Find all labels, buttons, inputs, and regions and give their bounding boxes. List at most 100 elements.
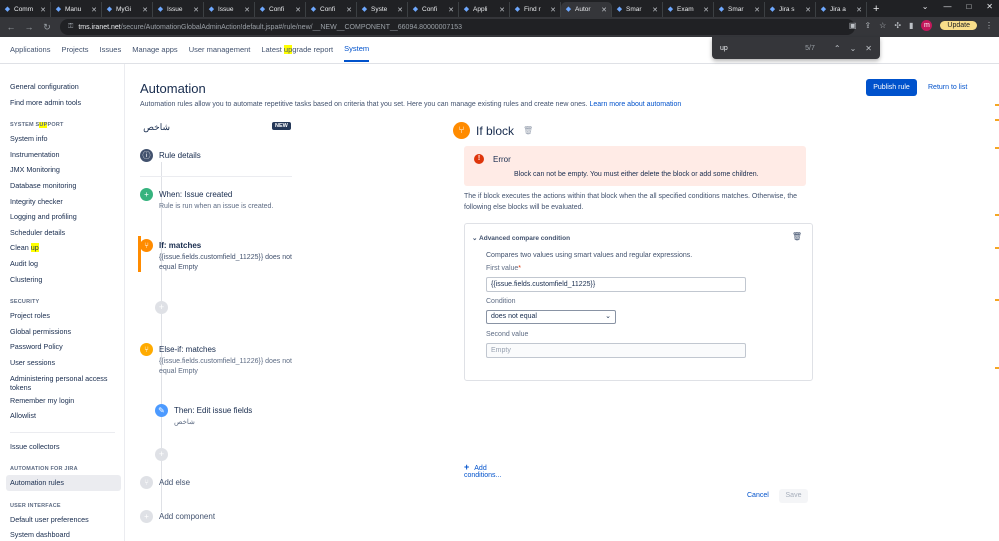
publish-rule-button[interactable]: Publish rule	[866, 79, 917, 96]
browser-tab[interactable]: ◆ Appli ✕	[459, 2, 510, 17]
browser-tab[interactable]: ◆ Syste ✕	[357, 2, 408, 17]
maximize-icon[interactable]: □	[966, 2, 971, 11]
browser-tab[interactable]: ◆ Manu ✕	[51, 2, 102, 17]
tab-close-icon[interactable]: ✕	[652, 6, 658, 14]
sidebar-item[interactable]: System info	[10, 131, 124, 147]
sidebar-item[interactable]: Scheduler details	[10, 225, 124, 241]
extensions-icon[interactable]: ✣	[894, 21, 901, 30]
sidebar-item-find-more-admin-tools[interactable]: Find more admin tools	[10, 95, 124, 111]
sidebar-item[interactable]: Logging and profiling	[10, 209, 124, 225]
tab-close-icon[interactable]: ✕	[40, 6, 46, 14]
sidebar-item[interactable]: Project roles	[10, 308, 124, 324]
sidebar-item[interactable]: Audit log	[10, 256, 124, 272]
browser-tab[interactable]: ◆ Issue ✕	[153, 2, 204, 17]
topnav-item[interactable]: System	[344, 38, 370, 62]
share-icon[interactable]: ⇪	[864, 21, 871, 30]
sidebar-item-automation-rules[interactable]: Automation rules	[6, 475, 121, 491]
menu-icon[interactable]: ⋮	[985, 21, 993, 30]
browser-tab[interactable]: ◆ Exam ✕	[663, 2, 714, 17]
sidebar-item[interactable]: Global permissions	[10, 324, 124, 340]
tab-close-icon[interactable]: ✕	[499, 6, 505, 14]
sidebar-item[interactable]: Clustering	[10, 272, 124, 288]
tab-close-icon[interactable]: ✕	[91, 6, 97, 14]
sidebar-item[interactable]: Database monitoring	[10, 178, 124, 194]
tab-close-icon[interactable]: ✕	[754, 6, 760, 14]
browser-tab[interactable]: ◆ Confi ✕	[255, 2, 306, 17]
tab-close-icon[interactable]: ✕	[193, 6, 199, 14]
condition-select[interactable]: does not equal ⌄	[486, 310, 616, 324]
browser-tab[interactable]: ◆ Confi ✕	[408, 2, 459, 17]
topnav-item[interactable]: Latest upgrade report	[261, 39, 333, 61]
sidepanel-icon[interactable]: ▮	[909, 21, 913, 30]
tab-close-icon[interactable]: ✕	[550, 6, 556, 14]
screenshot-icon[interactable]: ▣	[849, 21, 857, 30]
return-to-list-link[interactable]: Return to list	[928, 79, 967, 96]
browser-tab[interactable]: ◆ Confi ✕	[306, 2, 357, 17]
find-prev-icon[interactable]: ⌃	[834, 44, 841, 53]
topnav-item[interactable]: User management	[189, 39, 251, 61]
topnav-item[interactable]: Applications	[10, 39, 50, 61]
sidebar-item[interactable]: Remember my login	[10, 393, 124, 409]
topnav-item[interactable]: Projects	[61, 39, 88, 61]
add-inside-if-icon[interactable]: +	[155, 301, 168, 314]
condition-header[interactable]: ⌄ Advanced compare condition	[472, 234, 570, 242]
sidebar-item-issue-collectors[interactable]: Issue collectors	[10, 439, 124, 455]
sidebar-item-clean-up[interactable]: Clean up	[10, 240, 124, 256]
tab-close-icon[interactable]: ✕	[448, 6, 454, 14]
update-button[interactable]: Update	[940, 21, 977, 30]
browser-tab[interactable]: ◆ Jira a ✕	[816, 2, 867, 17]
bookmark-star-icon[interactable]: ☆	[879, 21, 886, 30]
browser-tab[interactable]: ◆ Issue ✕	[204, 2, 255, 17]
sidebar-item-personal-access-tokens[interactable]: Administering personal access tokens	[10, 371, 115, 393]
tab-close-icon[interactable]: ✕	[397, 6, 403, 14]
tab-close-icon[interactable]: ✕	[601, 6, 607, 14]
forward-icon[interactable]: →	[24, 22, 34, 32]
sidebar-item[interactable]: Password Policy	[10, 339, 124, 355]
address-bar[interactable]: ⚿ tms.iranet.net/secure/AutomationGlobal…	[60, 19, 855, 35]
sidebar-item[interactable]: Allowlist	[10, 408, 124, 424]
find-close-icon[interactable]: ✕	[865, 44, 872, 53]
browser-tab[interactable]: ◆ Smar ✕	[714, 2, 765, 17]
delete-condition-icon[interactable]: 🗑	[792, 232, 802, 241]
browser-tab[interactable]: ◆ MyGi ✕	[102, 2, 153, 17]
browser-tab[interactable]: ◆ Find r ✕	[510, 2, 561, 17]
back-icon[interactable]: ←	[6, 22, 16, 32]
sidebar-item[interactable]: Integrity checker	[10, 194, 124, 210]
browser-tab[interactable]: ◆ Jira s ✕	[765, 2, 816, 17]
second-value-input[interactable]: Empty	[486, 343, 746, 358]
find-next-icon[interactable]: ⌄	[850, 44, 857, 53]
tab-close-icon[interactable]: ✕	[703, 6, 709, 14]
delete-block-icon[interactable]: 🗑	[523, 126, 533, 135]
add-conditions-link[interactable]: + Add conditions...	[464, 462, 501, 479]
tab-close-icon[interactable]: ✕	[346, 6, 352, 14]
close-window-icon[interactable]: ✕	[986, 2, 993, 11]
cancel-button[interactable]: Cancel	[747, 492, 769, 499]
profile-avatar[interactable]: m	[921, 20, 933, 31]
tab-search-icon[interactable]: ⌄	[922, 2, 929, 11]
sidebar-item-general-configuration[interactable]: General configuration	[10, 79, 124, 95]
topnav-item[interactable]: Issues	[100, 39, 122, 61]
browser-tab[interactable]: ◆ Smar ✕	[612, 2, 663, 17]
tab-close-icon[interactable]: ✕	[805, 6, 811, 14]
reload-icon[interactable]: ↻	[42, 22, 52, 33]
first-value-input[interactable]: {{issue.fields.customfield_11225}}	[486, 277, 746, 292]
sidebar-item[interactable]: User sessions	[10, 355, 124, 371]
rule-name[interactable]: شاخص	[140, 122, 170, 133]
browser-tab[interactable]: ◆ Autor ✕	[561, 2, 612, 17]
browser-tab[interactable]: ◆ Comm ✕	[0, 2, 51, 17]
sidebar-item[interactable]: System dashboard	[10, 527, 124, 541]
tab-close-icon[interactable]: ✕	[244, 6, 250, 14]
find-input[interactable]: up	[720, 45, 805, 52]
new-tab-button[interactable]: +	[867, 2, 885, 17]
topnav-item[interactable]: Manage apps	[132, 39, 177, 61]
minimize-icon[interactable]: —	[943, 2, 951, 11]
add-inside-else-if-icon[interactable]: +	[155, 448, 168, 461]
save-button[interactable]: Save	[779, 489, 808, 503]
sidebar-item[interactable]: Default user preferences	[10, 512, 124, 528]
tab-close-icon[interactable]: ✕	[142, 6, 148, 14]
learn-more-link[interactable]: Learn more about automation	[589, 101, 681, 108]
scrollbar-find-markers[interactable]	[995, 64, 999, 541]
tab-close-icon[interactable]: ✕	[295, 6, 301, 14]
tab-close-icon[interactable]: ✕	[856, 6, 862, 14]
sidebar-item[interactable]: JMX Monitoring	[10, 162, 124, 178]
